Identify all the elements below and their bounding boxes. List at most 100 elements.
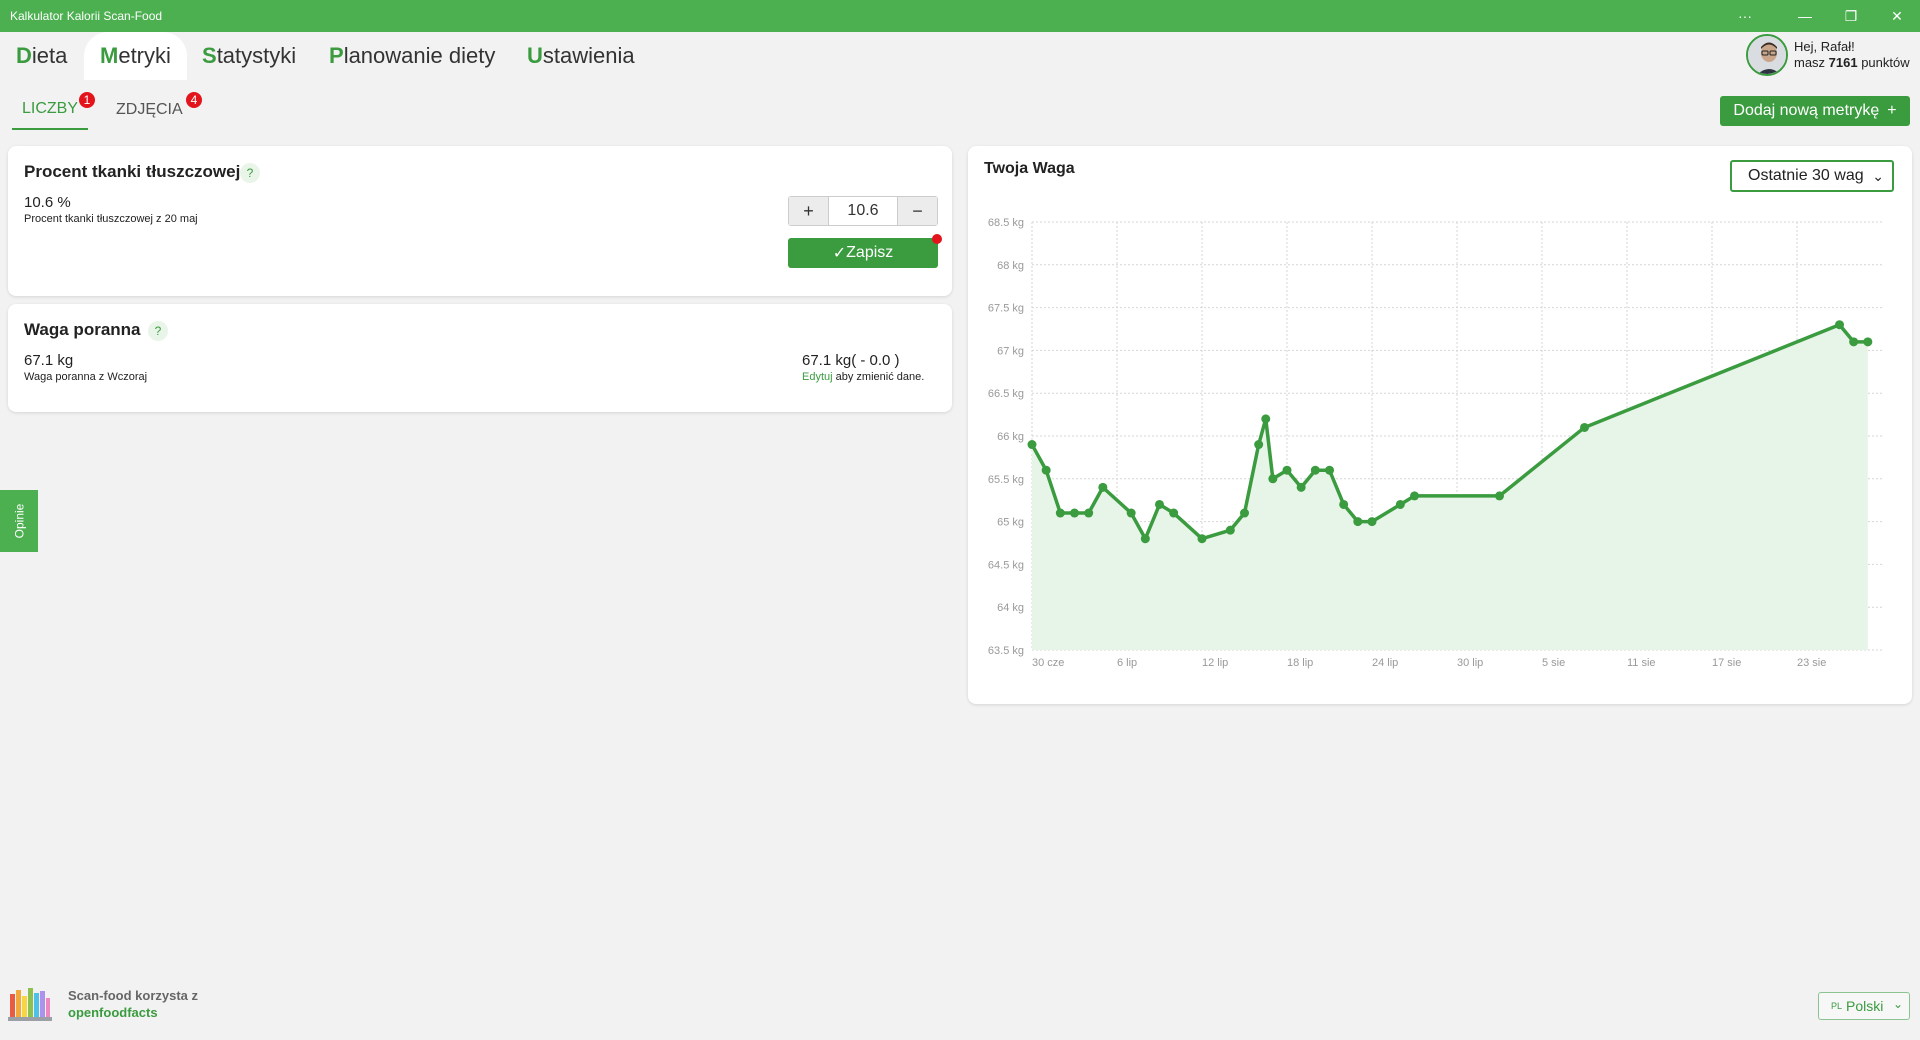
data-point xyxy=(1849,337,1859,347)
edit-link[interactable]: Edytuj xyxy=(802,371,833,383)
x-tick-label: 24 lip xyxy=(1372,657,1398,669)
footer-line1: Scan-food korzysta z xyxy=(68,988,199,1003)
openfoodfacts-logo-icon xyxy=(8,988,52,1021)
feedback-tab[interactable]: Opinie xyxy=(0,490,38,552)
main-nav: Dieta Metryki Statystyki Planowanie diet… xyxy=(0,32,1700,80)
morning-weight-card: Waga poranna ? 67.1 kg Waga poranna z Wc… xyxy=(8,304,952,412)
feedback-tab-label: Opinie xyxy=(12,503,26,539)
decrement-button[interactable]: − xyxy=(897,197,937,225)
x-tick-label: 12 lip xyxy=(1202,657,1228,669)
weight-change-value: 67.1 kg( - 0.0 ) xyxy=(802,352,900,369)
card-title: Waga poranna xyxy=(24,320,141,339)
more-options-button[interactable]: ··· xyxy=(1722,0,1768,32)
nav-tab-statystyki[interactable]: Statystyki xyxy=(186,32,312,80)
greeting-text: Hej, Rafał! xyxy=(1794,39,1855,54)
save-label: Zapisz xyxy=(846,244,894,261)
data-point xyxy=(1140,534,1150,544)
nav-tab-label: etryki xyxy=(118,43,171,68)
data-point xyxy=(1041,465,1051,475)
close-button[interactable]: ✕ xyxy=(1874,0,1920,32)
data-point xyxy=(1070,508,1079,518)
x-tick-label: 11 sie xyxy=(1627,657,1656,669)
nav-tab-initial: M xyxy=(100,43,119,68)
data-point xyxy=(1055,508,1065,518)
data-point xyxy=(1197,534,1207,544)
nav-tab-label: ieta xyxy=(31,43,68,68)
weight-chart: 68.5 kg 68 kg 67.5 kg 67 kg 66.5 kg 66 kg 65.5… xyxy=(988,217,1882,669)
range-select-value: Ostatnie 30 wag xyxy=(1748,167,1864,184)
nav-tab-initial: P xyxy=(329,43,344,68)
language-label: Polski xyxy=(1846,998,1884,1014)
title-bar: Kalkulator Kalorii Scan-Food ··· — ❐ ✕ xyxy=(0,0,1920,32)
restore-button[interactable]: ❐ xyxy=(1828,0,1874,32)
weight-value: 67.1 kg xyxy=(24,352,74,369)
subtab-zdjecia-badge: 4 xyxy=(184,90,204,110)
subtab-zdjecia[interactable]: ZDJĘCIA xyxy=(116,90,183,130)
add-metric-label: Dodaj nową metrykę xyxy=(1733,102,1880,119)
nav-tab-planowanie-diety[interactable]: Planowanie diety xyxy=(313,32,511,80)
data-point xyxy=(1580,422,1589,432)
data-point xyxy=(1495,491,1504,501)
data-point xyxy=(1084,508,1094,518)
data-point xyxy=(1027,440,1037,450)
user-profile[interactable]: Hej, Rafał! masz 7161 punktów xyxy=(1746,34,1916,78)
edit-hint-text: aby zmienić dane. xyxy=(832,371,925,383)
y-tick-label: 64 kg xyxy=(997,602,1024,614)
nav-tab-label: stawienia xyxy=(542,43,635,68)
unsaved-indicator-dot xyxy=(932,234,942,244)
data-point xyxy=(1254,440,1264,450)
help-icon[interactable]: ? xyxy=(148,321,168,341)
nav-tab-initial: S xyxy=(202,43,217,68)
avatar[interactable] xyxy=(1746,34,1788,76)
y-tick-label: 68 kg xyxy=(997,260,1024,272)
plus-icon: + xyxy=(1887,102,1897,119)
data-point xyxy=(1155,499,1164,509)
add-metric-button[interactable]: Dodaj nową metrykę + xyxy=(1720,96,1910,126)
x-tick-label: 18 lip xyxy=(1287,657,1313,669)
points-value: 7161 xyxy=(1828,55,1858,70)
user-greeting: Hej, Rafał! masz 7161 punktów xyxy=(1794,39,1910,71)
data-point xyxy=(1367,517,1377,527)
nav-tab-initial: U xyxy=(527,43,543,68)
fat-stepper-input[interactable]: 10.6 xyxy=(829,197,897,225)
nav-tab-metryki[interactable]: Metryki xyxy=(84,32,187,80)
data-point xyxy=(1282,465,1292,475)
nav-tab-label: tatystyki xyxy=(216,43,297,68)
x-tick-label: 5 sie xyxy=(1542,657,1565,669)
fat-stepper: + 10.6 − xyxy=(788,196,938,226)
points-line: masz 7161 punktów xyxy=(1794,55,1910,71)
check-icon: ✓ xyxy=(832,245,847,262)
subtab-label: ZDJĘCIA xyxy=(116,101,183,118)
x-tick-label: 30 lip xyxy=(1457,657,1483,669)
data-point xyxy=(1353,517,1363,527)
nav-tab-dieta[interactable]: Dieta xyxy=(0,32,83,80)
data-point xyxy=(1339,499,1349,509)
range-select[interactable]: Ostatnie 30 wag ⌄ xyxy=(1730,160,1894,192)
card-title: Procent tkanki tłuszczowej xyxy=(24,162,241,181)
chevron-down-icon: ⌄ xyxy=(1892,997,1903,1011)
data-point xyxy=(1310,465,1320,475)
nav-tab-ustawienia[interactable]: Ustawienia xyxy=(511,32,651,80)
y-tick-label: 67.5 kg xyxy=(988,303,1024,315)
language-code: PL xyxy=(1831,1001,1843,1011)
language-select[interactable]: PL Polski ⌄ xyxy=(1818,992,1910,1020)
data-point xyxy=(1835,320,1844,330)
y-tick-label: 63.5 kg xyxy=(988,645,1024,657)
data-point xyxy=(1261,414,1271,424)
x-tick-label: 6 lip xyxy=(1117,657,1137,669)
data-point xyxy=(1169,508,1179,518)
nav-tab-initial: D xyxy=(16,43,32,68)
data-point xyxy=(1126,508,1136,518)
data-point xyxy=(1863,337,1873,347)
weight-chart-card: Twoja Waga Ostatnie 30 wag ⌄ 68.5 kg 68 k… xyxy=(968,146,1912,704)
chevron-down-icon: ⌄ xyxy=(1872,168,1884,184)
increment-button[interactable]: + xyxy=(789,197,829,225)
save-button[interactable]: ✓ Zapisz xyxy=(788,238,938,268)
help-icon[interactable]: ? xyxy=(240,163,260,183)
openfoodfacts-link[interactable]: openfoodfacts xyxy=(68,1005,158,1020)
data-point xyxy=(1296,482,1306,492)
data-point xyxy=(1268,474,1278,484)
data-point xyxy=(1240,508,1249,518)
minimize-button[interactable]: — xyxy=(1782,0,1828,32)
subtab-liczby-badge: 1 xyxy=(77,90,97,110)
